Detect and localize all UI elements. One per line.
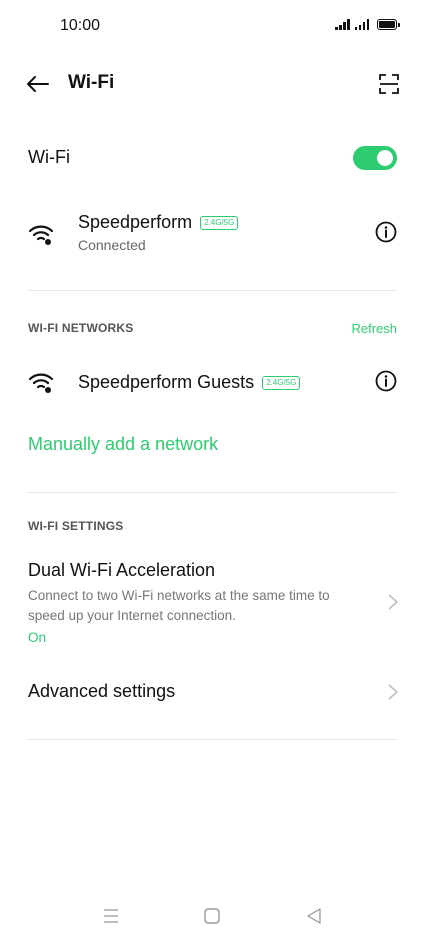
back-triangle-icon[interactable] <box>302 904 326 928</box>
advanced-settings-title: Advanced settings <box>28 681 176 701</box>
wifi-toggle-label: Wi-Fi <box>28 147 70 167</box>
dual-wifi-acceleration-value: On <box>28 630 47 645</box>
divider <box>28 739 397 740</box>
wifi-locked-icon <box>28 225 54 245</box>
wifi-locked-icon <box>28 373 54 393</box>
dual-wifi-acceleration-title: Dual Wi-Fi Acceleration <box>28 560 216 580</box>
back-button[interactable] <box>22 70 52 98</box>
network-name-wrap: Speedperform Guests 2.4G/5G <box>78 372 301 393</box>
advanced-settings-row[interactable]: Advanced settings <box>0 668 425 716</box>
dual-wifi-acceleration-description: Connect to two Wi-Fi networks at the sam… <box>28 588 330 623</box>
qr-scan-icon <box>379 74 399 94</box>
dual-wifi-acceleration-row[interactable]: Dual Wi-Fi Acceleration Connect to two W… <box>0 552 425 652</box>
connected-network-status: Connected <box>78 237 146 253</box>
signal-icon <box>354 18 369 30</box>
band-badge: 2.4G/5G <box>262 375 301 390</box>
arrow-left-icon <box>27 76 49 92</box>
settings-section-header: WI-FI SETTINGS <box>28 519 124 533</box>
info-icon[interactable] <box>375 221 397 243</box>
connected-network-name-wrap: Speedperform 2.4G/5G <box>78 212 239 233</box>
connected-network-row[interactable]: Speedperform 2.4G/5G Connected <box>0 206 425 266</box>
wifi-toggle-switch[interactable] <box>353 146 397 170</box>
network-item[interactable]: Speedperform Guests 2.4G/5G <box>0 352 425 412</box>
wifi-toggle-row: Wi-Fi <box>0 134 425 182</box>
divider <box>28 290 397 291</box>
manually-add-network-link[interactable]: Manually add a network <box>28 434 218 455</box>
chevron-right-icon <box>388 594 399 610</box>
info-icon[interactable] <box>375 370 397 392</box>
divider <box>28 492 397 493</box>
network-name: Speedperform Guests <box>78 372 255 392</box>
home-icon[interactable] <box>200 904 224 928</box>
networks-section-header: WI-FI NETWORKS <box>28 321 134 335</box>
battery-icon <box>377 19 400 30</box>
navigation-bar <box>0 892 425 946</box>
status-bar: 10:00 <box>0 0 425 56</box>
page-title: Wi-Fi <box>68 72 115 93</box>
band-badge: 2.4G/5G <box>200 215 239 230</box>
scan-qr-button[interactable] <box>377 72 401 96</box>
app-bar: Wi-Fi <box>0 62 425 106</box>
chevron-right-icon <box>388 684 399 700</box>
menu-icon[interactable] <box>99 904 123 928</box>
signal-icon <box>335 18 350 30</box>
status-time: 10:00 <box>60 17 101 34</box>
toggle-knob <box>377 150 393 166</box>
connected-network-name: Speedperform <box>78 212 193 232</box>
status-icons <box>335 18 400 30</box>
refresh-button[interactable]: Refresh <box>351 321 397 336</box>
